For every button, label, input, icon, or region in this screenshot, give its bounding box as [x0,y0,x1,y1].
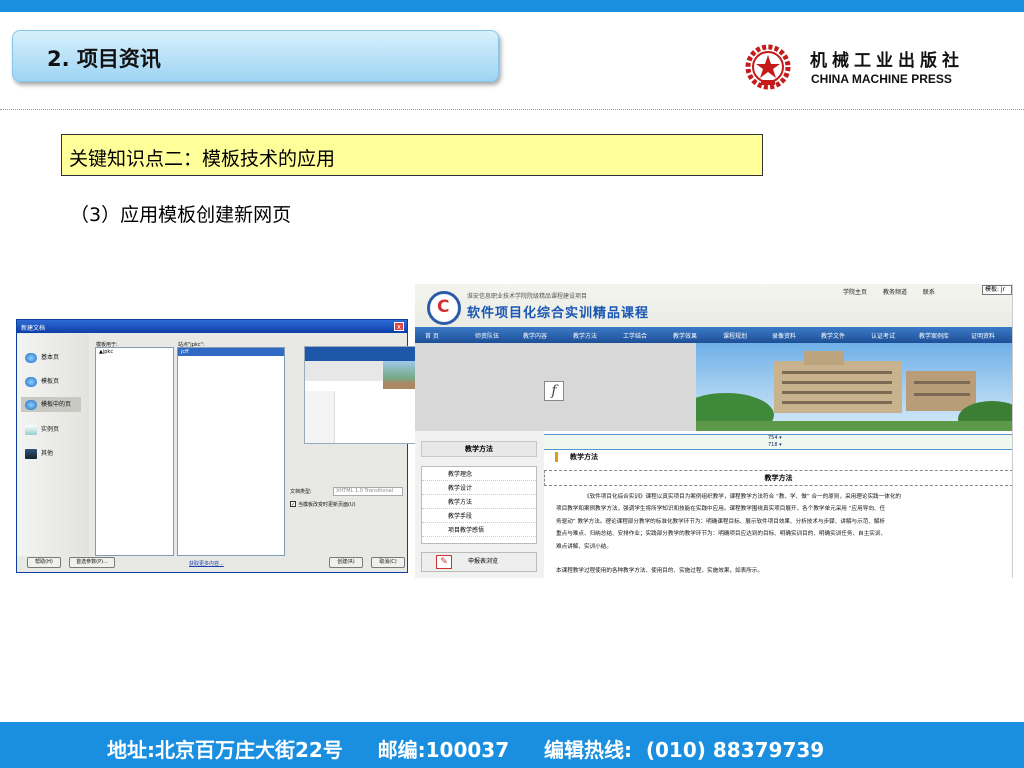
document-icon [25,424,37,435]
key-point-box: 关键知识点二：模板技术的应用 [61,134,763,176]
webpage-top-links: 学院主页 教务频道 联系 [843,287,949,296]
publisher-name-en: CHINA MACHINE PRESS [811,72,952,86]
width-guide-bottom: 718 ▾ [768,442,782,448]
footer-bar: 地址:北京百万庄大街22号 邮编:100037 编辑热线: (010) 8837… [0,722,1024,768]
category-basic-page[interactable]: 基本页 [25,352,59,363]
width-guide-top: 754 ▾ [768,435,782,441]
section-title: 2. 项目资讯 [47,47,161,71]
publisher-name-cn: 机械工业出版社 [810,51,964,71]
get-more-content-link[interactable]: 获取更多内容... [189,560,224,567]
nav-item[interactable]: 工学结合 [623,331,647,340]
paragraph-line: 重点与难点、归纳总结、安排作业；实践部分教学的教学环节为：明确项目应达到的目标、… [556,531,887,538]
webpage-course-name: 软件项目化综合实训精品课程 [467,306,650,321]
dialog-title: 新建文档 [17,320,407,333]
pencil-icon: ✎ [436,555,452,569]
content-breadcrumb: 教学方法 [555,452,598,462]
nav-item[interactable]: 录像资料 [772,331,796,340]
campus-photo [696,343,1012,431]
sidebar-item[interactable]: 教学手段 [422,509,536,523]
paragraph-line: 《软件项目化综合实训》课程以真实项目为案例组织教学，课程教学方法符合 “教、学、… [584,494,902,500]
paragraph-line: 项目教学和案例教学方法，强调学生将所学知识和技能在实践中应用。课程教学围绕真实项… [556,506,886,513]
category-sample-page[interactable]: 实例页 [25,424,59,435]
top-link-contact[interactable]: 联系 [923,289,935,296]
publisher-gear-logo-icon [745,44,791,90]
college-logo-icon: C [427,291,461,325]
key-point-text: 关键知识点二：模板技术的应用 [69,148,336,170]
site-item-jpkc[interactable]: ▲jpkc [96,348,173,356]
nav-item[interactable]: 教学效果 [673,331,697,340]
course-webpage-screenshot: C 淮安信息职业技术学院院级精品课程建设项目 软件项目化综合实训精品课程 学院主… [415,284,1013,578]
new-document-dialog: 新建文档 x 基本页 模板页 模板中的页 实例页 其他 模板用于: ▲jpkc … [16,319,420,573]
template-item-jcff[interactable]: jcff [178,348,284,356]
nav-item[interactable]: 教学内容 [523,331,547,340]
nav-item[interactable]: 证明资料 [971,331,995,340]
footer-contact-text: 地址:北京百万庄大街22号 邮编:100037 编辑热线: (010) 8837… [107,738,825,762]
nav-item[interactable]: 教学方法 [573,331,597,340]
nav-item[interactable]: 课程规划 [723,331,747,340]
top-link-home[interactable]: 学院主页 [843,289,867,296]
content-closing-line: 本课程教学过程使用的各种教学方法、使用目的、实施过程、实施效果，如表所示。 [556,568,763,574]
header-divider [0,109,1024,110]
sidebar-item[interactable]: 项目教学感悟 [422,523,536,537]
dialog-category-panel: 基本页 模板页 模板中的页 实例页 其他 [17,334,89,556]
templates-for-list[interactable]: ▲jpkc [95,347,174,556]
sidebar-title: 教学方法 [421,441,537,457]
doctype-label: 文档类型: [290,489,312,495]
sidebar-menu: 教学理念 教学设计 教学方法 教学手段 项目教学感悟 [421,466,537,544]
sidebar-item[interactable]: 教学理念 [422,467,536,481]
bar-marker-icon [555,452,558,462]
category-page-from-template[interactable]: 模板中的页 [21,397,82,412]
top-link-academic[interactable]: 教务频道 [883,289,907,296]
sidebar-item[interactable]: 教学方法 [422,495,536,509]
preferences-button[interactable]: 首选参数(P)... [69,557,115,568]
content-paragraph: 《软件项目化综合实训》课程以真实项目为案例组织教学，课程教学方法符合 “教、学、… [556,491,1004,553]
globe-icon [25,376,37,387]
nav-item[interactable]: 教学案例库 [919,331,949,340]
category-other[interactable]: 其他 [25,448,53,459]
step-title: （3）应用模板创建新网页 [70,204,292,226]
cancel-button[interactable]: 取消(C) [371,557,405,568]
width-guides: 754 ▾ 718 ▾ [544,434,1012,450]
flash-placeholder-icon: f [544,381,564,401]
content-title: 教学方法 [544,470,1012,486]
slide: 2. 项目资讯 机械工业出版社 CHINA MACHINE PRESS 关键知识… [0,0,1024,768]
paragraph-line: 难点讲解、实训小结。 [556,543,612,550]
nav-item[interactable]: 教学文件 [821,331,845,340]
globe-icon [25,352,37,363]
paragraph-line: 务驱动” 教学方法。理论课程部分教学的标准化教学环节为：明确课程目标、展示软件项… [556,518,886,525]
help-button[interactable]: 帮助(H) [27,557,61,568]
nav-item[interactable]: 认证考试 [871,331,895,340]
section-title-banner: 2. 项目资讯 [12,30,499,82]
create-button[interactable]: 创建(R) [329,557,363,568]
folder-icon [25,448,37,459]
category-template-page[interactable]: 模板页 [25,376,59,387]
sidebar-item[interactable]: 教学设计 [422,481,536,495]
doctype-select[interactable]: XHTML 1.0 Transitional [333,487,403,496]
webpage-org-line: 淮安信息职业技术学院院级精品课程建设项目 [467,293,588,300]
webpage-nav-bar: 首 页 师资队伍 教学内容 教学方法 工学结合 教学效果 课程规划 录像资料 教… [415,327,1012,343]
nav-item[interactable]: 师资队伍 [475,331,499,340]
nav-item[interactable]: 首 页 [425,331,439,340]
site-template-list[interactable]: jcff [177,347,285,556]
application-form-link[interactable]: ✎ 申报表浏览 [421,552,537,572]
globe-icon [25,399,37,410]
dialog-close-icon[interactable]: x [394,322,404,331]
update-checkbox-row[interactable]: ✓ 当模板改变时更新页面(U) [290,501,356,508]
template-name-tag: 模板: jr [982,285,1012,295]
template-preview [304,346,420,444]
update-checkbox[interactable]: ✓ [290,501,296,508]
top-bar [0,0,1024,12]
